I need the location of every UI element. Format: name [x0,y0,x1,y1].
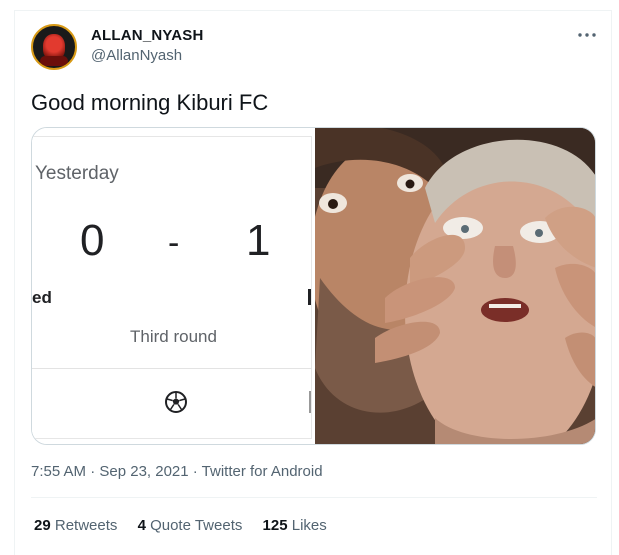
quote-tweets-label: Quote Tweets [150,517,243,534]
round-label: Third round [130,327,217,346]
likes-link[interactable]: 125 Likes [263,517,327,534]
tweet-text: Good morning Kiburi FC [31,90,269,115]
divider [31,497,597,498]
quote-tweets-link[interactable]: 4 Quote Tweets [138,517,243,534]
match-score-screenshot[interactable]: Yesterday 0 - 1 ed Third round [32,128,315,444]
home-team-fragment: ed [32,288,52,307]
author-display-name[interactable]: ALLAN_NYASH [91,27,204,44]
tweet-media[interactable]: Yesterday 0 - 1 ed Third round [31,127,596,445]
retweets-label: Retweets [54,517,118,534]
soccer-ball-icon [165,391,187,413]
match-day-label: Yesterday [35,163,119,184]
meme-photo-illustration [315,128,595,444]
tweet-timestamp[interactable]: 7:55 AM · Sep 23, 2021 · Twitter for And… [31,463,323,480]
more-options-icon[interactable] [576,27,598,43]
author-handle[interactable]: @AllanNyash [91,47,182,64]
avatar[interactable] [31,24,77,70]
away-team-fragment [308,289,311,305]
retweets-link[interactable]: 29 Retweets [34,517,117,534]
home-score: 0 [80,216,105,265]
away-score: 1 [246,216,271,265]
score-separator: - [168,224,180,262]
quote-tweets-count: 4 [137,517,146,534]
likes-label: Likes [291,517,327,534]
meme-photo[interactable] [315,128,595,444]
retweets-count: 29 [34,517,51,534]
tweet-stats: 29 Retweets 4 Quote Tweets 125 Likes [34,517,343,534]
likes-count: 125 [262,517,288,534]
divider [32,368,312,369]
